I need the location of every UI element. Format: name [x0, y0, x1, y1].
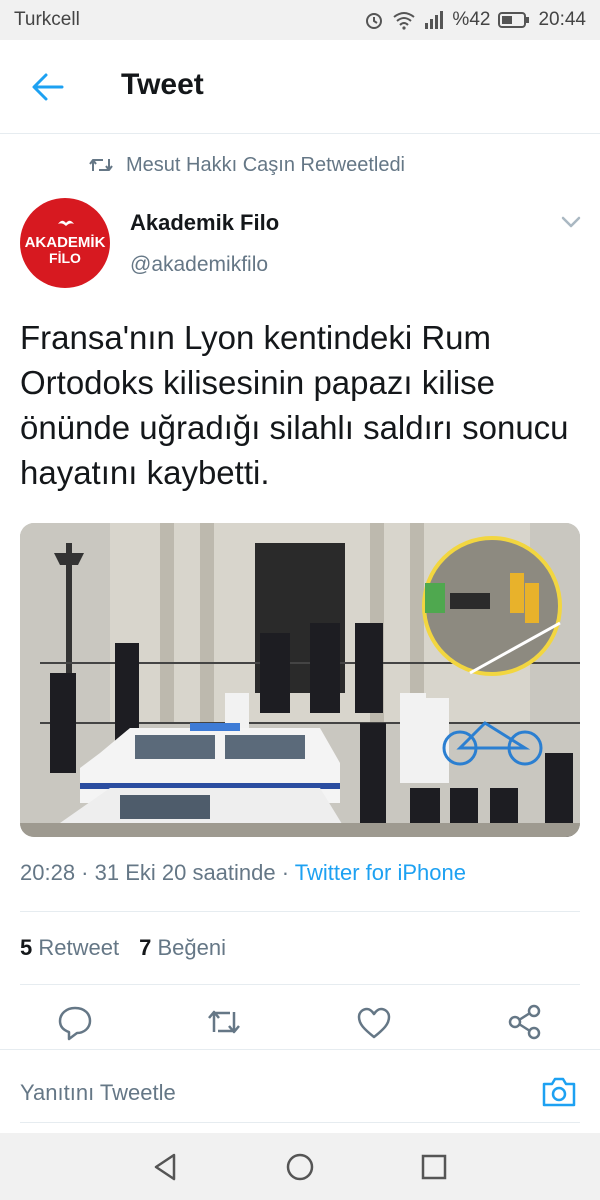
- retweet-count-label: Retweet: [38, 935, 120, 960]
- system-nav-bar: [0, 1133, 600, 1200]
- photo-scene: [20, 523, 580, 837]
- battery-label: %42: [452, 9, 491, 30]
- header: Tweet: [0, 40, 600, 134]
- clock-label: 20:44: [538, 9, 586, 30]
- chevron-down-icon[interactable]: [558, 212, 584, 232]
- tweet-text: Fransa'nın Lyon kentindeki Rum Ortodoks …: [20, 319, 569, 491]
- divider: [20, 984, 580, 985]
- tweet-meta: 20:28 · 31 Eki 20 saatinde · Twitter for…: [20, 860, 466, 886]
- reply-underline: [20, 1122, 580, 1123]
- retweet-context[interactable]: Mesut Hakkı Caşın Retweetledi: [88, 150, 405, 180]
- engagement-counts: 5 Retweet 7 Beğeni: [20, 935, 226, 961]
- status-icons: %42 20:44: [364, 9, 586, 31]
- battery-icon: [498, 12, 530, 28]
- recents-nav-icon[interactable]: [418, 1151, 450, 1183]
- like-count[interactable]: 7 Beğeni: [139, 935, 226, 961]
- like-count-value: 7: [139, 935, 152, 960]
- like-count-label: Beğeni: [157, 935, 226, 960]
- camera-icon[interactable]: [540, 1074, 578, 1110]
- share-icon[interactable]: [507, 1002, 543, 1042]
- retweet-icon: [89, 159, 113, 171]
- reply-bar: Yanıtını Tweetle: [0, 1049, 600, 1133]
- signal-icon: [425, 11, 444, 29]
- alarm-icon: [366, 13, 383, 29]
- action-bar: [0, 1002, 600, 1048]
- reply-input[interactable]: Yanıtını Tweetle: [20, 1080, 176, 1106]
- author-handle[interactable]: @akademikfilo: [130, 253, 268, 277]
- like-icon[interactable]: [356, 1002, 392, 1042]
- retweet-count[interactable]: 5 Retweet: [20, 935, 119, 961]
- reply-icon[interactable]: [57, 1002, 93, 1042]
- avatar-logo-line1: AKADEMİK: [24, 234, 106, 251]
- retweet-count-value: 5: [20, 935, 33, 960]
- carrier-label: Turkcell: [14, 9, 80, 30]
- retweet-action-icon[interactable]: [206, 1002, 242, 1042]
- wifi-icon: [393, 12, 416, 30]
- back-nav-icon[interactable]: [150, 1151, 182, 1183]
- bird-logo-icon: [58, 220, 74, 226]
- retweet-context-label: Mesut Hakkı Caşın Retweetledi: [126, 153, 406, 176]
- divider: [20, 911, 580, 912]
- status-bar: Turkcell %42 20:44: [0, 0, 600, 40]
- home-nav-icon[interactable]: [284, 1151, 316, 1183]
- avatar-logo-line2: FİLO: [49, 250, 81, 266]
- tweet-source-link[interactable]: Twitter for iPhone: [295, 860, 466, 885]
- tweet-timestamp: 20:28 · 31 Eki 20 saatinde ·: [20, 860, 295, 885]
- page-title: Tweet: [121, 68, 204, 101]
- avatar[interactable]: AKADEMİK FİLO: [20, 198, 110, 288]
- author-name[interactable]: Akademik Filo: [130, 210, 279, 236]
- back-arrow-icon[interactable]: [30, 72, 64, 102]
- tweet-photo[interactable]: [20, 523, 580, 837]
